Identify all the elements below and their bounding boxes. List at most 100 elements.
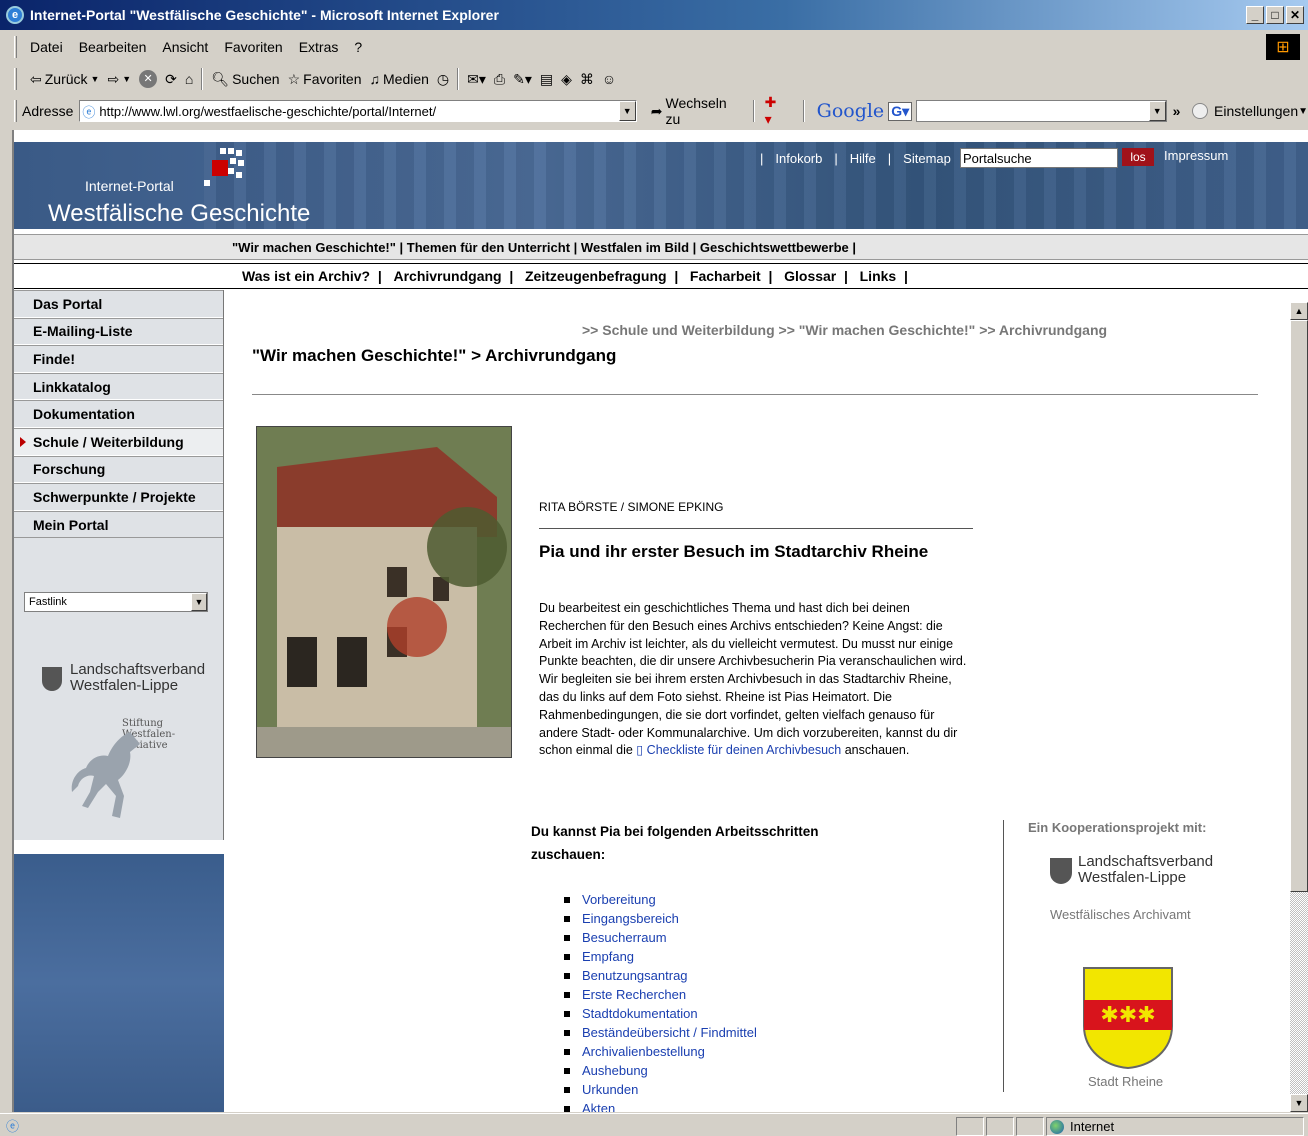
sidebar-item-dokumentation[interactable]: Dokumentation: [14, 400, 223, 428]
page-status-icon: ⓔ: [6, 1118, 20, 1134]
sidebar-item-linkkatalog[interactable]: Linkkatalog: [14, 372, 223, 401]
google-logo: Google: [816, 100, 885, 122]
menu-datei[interactable]: Datei: [22, 39, 71, 55]
list-item[interactable]: Urkunden: [562, 1080, 757, 1099]
mail-icon[interactable]: ✉▾: [467, 71, 486, 88]
acrobat-icon[interactable]: ✚ ▾: [765, 94, 787, 128]
list-item[interactable]: Besucherraum: [562, 928, 757, 947]
nav-archivrundgang[interactable]: Archivrundgang: [393, 268, 501, 284]
list-item[interactable]: Benutzungsantrag: [562, 966, 757, 985]
chevron-down-icon: ▼: [122, 74, 132, 84]
vertical-scrollbar[interactable]: ▲ ▼: [1290, 302, 1308, 1112]
nav-wir-machen-geschichte[interactable]: "Wir machen Geschichte!": [232, 240, 396, 255]
list-item[interactable]: Erste Recherchen: [562, 985, 757, 1004]
ie-icon: e: [6, 6, 24, 24]
close-button[interactable]: ✕: [1286, 6, 1304, 24]
nav-links[interactable]: Links: [860, 268, 897, 284]
nav-glossar[interactable]: Glossar: [784, 268, 836, 284]
divider: [1003, 820, 1004, 1092]
link-hilfe[interactable]: Hilfe: [844, 151, 882, 166]
forward-arrow-icon: ⇨: [107, 70, 120, 87]
link-sitemap[interactable]: Sitemap: [897, 151, 957, 166]
chevron-down-icon: ▼: [1298, 105, 1308, 117]
minimize-button[interactable]: _: [1246, 6, 1264, 24]
portal-title: Westfälische Geschichte: [48, 200, 311, 227]
edit-icon[interactable]: ✎▾: [513, 71, 532, 88]
print-icon[interactable]: ⎙: [494, 71, 505, 88]
list-item[interactable]: Archivalienbestellung: [562, 1042, 757, 1061]
address-dropdown-button[interactable]: ▼: [618, 101, 636, 121]
sidebar-item-e-mailing-liste[interactable]: E-Mailing-Liste: [14, 317, 223, 346]
divider: [539, 528, 973, 529]
list-item[interactable]: Stadtdokumentation: [562, 1004, 757, 1023]
star-icon: ☆: [287, 70, 301, 87]
sidebar-item-mein-portal[interactable]: Mein Portal: [14, 510, 223, 539]
people-icon[interactable]: ☺: [602, 71, 616, 87]
page-viewport: Internet-Portal Westfälische Geschichte …: [12, 130, 1308, 1112]
discuss-icon[interactable]: ▤: [540, 71, 553, 88]
scroll-thumb[interactable]: [1290, 320, 1308, 892]
svg-text:✱✱✱: ✱✱✱: [1100, 1003, 1155, 1028]
page-icon: ⓔ: [82, 104, 96, 120]
sidebar-item-forschung[interactable]: Forschung: [14, 455, 223, 484]
fastlink-dropdown-button[interactable]: ▼: [191, 593, 207, 611]
nav-was-ist-ein-archiv[interactable]: Was ist ein Archiv?: [242, 268, 370, 284]
search-icon: 🔍︎: [211, 70, 230, 87]
search-go-button[interactable]: los: [1122, 148, 1154, 166]
go-button[interactable]: ➦ Wechseln zu: [651, 95, 743, 127]
nav-themen[interactable]: Themen für den Unterricht: [407, 240, 570, 255]
portal-search-input[interactable]: Portalsuche: [960, 148, 1118, 168]
menu-favoriten[interactable]: Favoriten: [216, 39, 290, 55]
media-button[interactable]: ♫ Medien: [370, 71, 429, 87]
maximize-button[interactable]: □: [1266, 6, 1284, 24]
menu-bearbeiten[interactable]: Bearbeiten: [71, 39, 155, 55]
address-input[interactable]: ⓔ http://www.lwl.org/westfaelische-gesch…: [79, 100, 637, 122]
list-item[interactable]: Vorbereitung: [562, 890, 757, 909]
list-item[interactable]: Beständeübersicht / Findmittel: [562, 1023, 757, 1042]
portal-subtitle: Internet-Portal: [85, 178, 174, 194]
list-item[interactable]: Aushebung: [562, 1061, 757, 1080]
link-infokorb[interactable]: Infokorb: [769, 151, 828, 166]
coop-lwl-logo: Landschaftsverband Westfalen-Lippe: [1078, 853, 1214, 886]
google-settings-button[interactable]: Einstellungen: [1214, 103, 1298, 119]
globe-icon: [1050, 1119, 1064, 1134]
menu-help[interactable]: ?: [346, 39, 370, 55]
sidebar-item-schule-weiterbildung[interactable]: Schule / Weiterbildung: [14, 427, 223, 456]
settings-radio-icon[interactable]: [1192, 103, 1209, 119]
messenger-icon[interactable]: ◈: [561, 71, 572, 88]
fastlink-select[interactable]: Fastlink ▼: [24, 592, 208, 612]
nav-westfalen-im-bild[interactable]: Westfalen im Bild: [581, 240, 689, 255]
nav-facharbeit[interactable]: Facharbeit: [690, 268, 761, 284]
list-item[interactable]: Eingangsbereich: [562, 909, 757, 928]
sidebar-item-finde[interactable]: Finde!: [14, 345, 223, 373]
menu-extras[interactable]: Extras: [291, 39, 347, 55]
refresh-icon[interactable]: ⟳: [165, 71, 177, 88]
checklist-link[interactable]: ▯ Checkliste für deinen Archivbesuch: [636, 743, 841, 757]
list-item[interactable]: Akten: [562, 1099, 757, 1112]
scroll-up-button[interactable]: ▲: [1290, 302, 1308, 320]
google-dropdown-button[interactable]: ▼: [1148, 101, 1166, 121]
research-icon[interactable]: ⌘: [580, 71, 594, 88]
list-item[interactable]: Empfang: [562, 947, 757, 966]
chevron-down-icon: ▼: [90, 74, 100, 84]
breadcrumb[interactable]: >> Schule und Weiterbildung >> "Wir mach…: [582, 322, 1107, 338]
link-impressum[interactable]: Impressum: [1164, 148, 1228, 163]
history-icon[interactable]: ◷: [437, 71, 449, 88]
favorites-button[interactable]: ☆ Favoriten: [288, 71, 362, 88]
home-icon[interactable]: ⌂: [185, 71, 193, 87]
google-search-input[interactable]: ▼: [916, 100, 1167, 122]
stop-icon[interactable]: ✕: [139, 70, 158, 88]
forward-button[interactable]: ⇨ ▼: [107, 71, 131, 88]
chevron-more-icon[interactable]: »: [1173, 103, 1181, 119]
menu-ansicht[interactable]: Ansicht: [154, 39, 216, 55]
scroll-down-button[interactable]: ▼: [1290, 1094, 1308, 1112]
address-label: Adresse: [22, 103, 74, 119]
search-button[interactable]: 🔍︎ Suchen: [211, 71, 279, 88]
sidebar-item-das-portal[interactable]: Das Portal: [14, 290, 223, 318]
back-button[interactable]: ⇦ Zurück ▼: [30, 71, 99, 88]
window-titlebar: e Internet-Portal "Westfälische Geschich…: [0, 0, 1308, 30]
nav-geschichtswettbewerbe[interactable]: Geschichtswettbewerbe: [700, 240, 849, 255]
sidebar-item-schwerpunkte-projekte[interactable]: Schwerpunkte / Projekte: [14, 483, 223, 511]
nav-zeitzeugenbefragung[interactable]: Zeitzeugenbefragung: [525, 268, 667, 284]
google-g-icon[interactable]: G▾: [888, 101, 913, 121]
